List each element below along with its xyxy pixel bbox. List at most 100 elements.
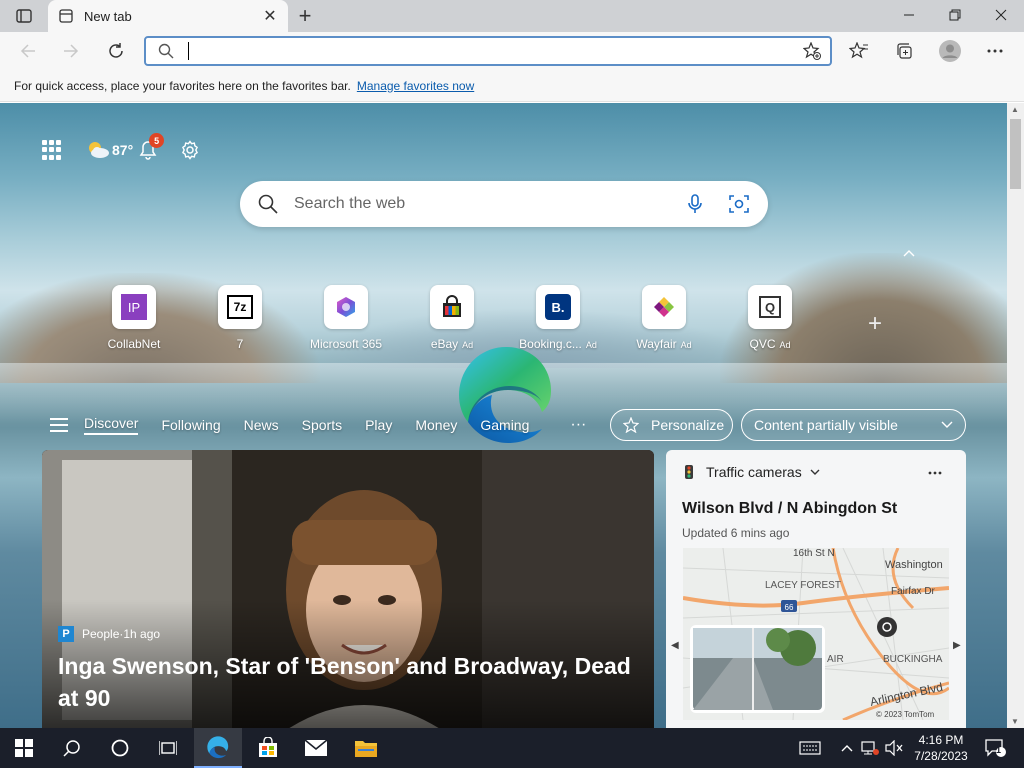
weather-icon [89,142,109,158]
cortana-button[interactable] [96,728,144,768]
web-search-box[interactable]: Search the web [240,181,768,227]
ad-badge: Ad [779,340,791,350]
minimize-button[interactable] [886,0,932,30]
scrollbar-thumb[interactable] [1010,119,1021,189]
address-input[interactable] [201,43,802,59]
traffic-more-button[interactable] [928,462,942,480]
quick-link-label: 7 [237,337,244,351]
quick-link-collabnet[interactable]: IP CollabNet [100,285,168,351]
search-placeholder: Search the web [294,195,406,212]
7zip-icon: 7z [227,295,253,319]
favorites-button[interactable] [846,38,872,64]
page-scrollbar[interactable]: ▲ ▼ [1007,103,1024,728]
traffic-cameras-card: Traffic cameras Wilson Blvd / N Abingdon… [666,450,966,728]
map-label-air: AIR [827,654,844,665]
taskbar-mail[interactable] [292,728,340,768]
refresh-icon [109,43,123,58]
taskbar-edge[interactable] [194,728,242,768]
feed-tab-news[interactable]: News [244,417,279,433]
tray-keyboard[interactable] [796,728,824,768]
hero-time: 1h ago [123,627,161,641]
favorites-icon [849,42,868,59]
quick-link-microsoft-365[interactable]: Microsoft 365 [310,285,382,351]
scroll-down-icon[interactable]: ▼ [1011,717,1019,726]
traffic-header-label: Traffic cameras [706,464,802,480]
quick-link-label-text: CollabNet [107,337,161,351]
wayfair-tile-box [642,285,686,329]
taskbar-clock[interactable]: 4:16 PM 7/28/2023 [906,732,976,764]
taskbar-store[interactable] [244,728,292,768]
manage-favorites-link[interactable]: Manage favorites now [357,79,474,93]
taskbar-file-explorer[interactable] [342,728,390,768]
app-launcher-icon[interactable] [42,140,62,160]
map-label-washington: Washington [885,559,943,571]
personalize-button[interactable]: Personalize [610,409,733,441]
quick-link-qvc[interactable]: Q QVC Ad [736,285,804,351]
feed-tab-sports[interactable]: Sports [302,417,342,433]
hero-news-card[interactable]: P People · 1h ago Inga Swenson, Star of … [42,450,654,728]
traffic-location[interactable]: Wilson Blvd / N Abingdon St [682,500,897,518]
quick-link-7[interactable]: 7z 7 [206,285,274,351]
search-icon [158,43,174,59]
feed-tab-money[interactable]: Money [415,417,457,433]
feed-tab-discover[interactable]: Discover [84,415,139,435]
tab-new-tab[interactable]: New tab ✕ [48,0,288,32]
qvc-tile-box: Q [748,285,792,329]
settings-and-more-button[interactable] [982,38,1008,64]
cortana-circle-icon [111,739,129,757]
camera-search-icon [729,195,749,213]
refresh-button[interactable] [102,37,130,65]
booking-tile-box: B. [536,285,580,329]
forward-button[interactable] [57,37,85,65]
scroll-up-icon[interactable]: ▲ [1011,105,1019,114]
map-copyright: © 2023 TomTom [876,710,935,719]
collabnet-tile-box: IP [112,285,156,329]
tray-volume[interactable] [884,728,904,768]
feed-tab-gaming[interactable]: Gaming [480,417,529,433]
feed-more-button[interactable]: ··· [570,416,586,434]
taskbar-search-button[interactable] [48,728,96,768]
start-button[interactable] [0,728,48,768]
page-settings-button[interactable] [179,139,201,161]
hero-headline[interactable]: Inga Swenson, Star of 'Benson' and Broad… [58,650,638,714]
close-window-button[interactable] [978,0,1024,30]
feed-tab-play[interactable]: Play [365,417,392,433]
7zip-tile-box: 7z [218,285,262,329]
task-view-button[interactable] [144,728,192,768]
notifications-button[interactable]: 5 [137,133,165,161]
personalize-icon [623,417,639,433]
action-center-button[interactable]: 1 [980,728,1010,768]
mail-icon [304,739,328,756]
quick-link-label-text: 7 [236,337,244,351]
map-label-16th: 16th St N [793,548,835,559]
map-label-buckingham: BUCKINGHA [883,654,943,665]
new-tab-button[interactable]: + [292,3,318,28]
m365-tile-box [324,285,368,329]
voice-search-button[interactable] [684,193,706,215]
map-prev-icon[interactable]: ◀ [671,640,679,651]
restore-button[interactable] [932,0,978,30]
collections-button[interactable] [891,38,917,64]
profile-button[interactable] [937,38,963,64]
add-quick-link-button[interactable]: + [864,310,886,337]
add-favorite-button[interactable] [802,41,822,61]
map-next-icon[interactable]: ▶ [953,640,961,651]
visual-search-button[interactable] [728,193,750,215]
weather-widget[interactable]: 87° [86,140,133,160]
collapse-chevron-icon[interactable] [902,247,916,261]
new-tab-page: 87° 5 Search the web IP CollabNet 7z 7 M… [0,103,1007,728]
address-bar[interactable] [144,36,832,66]
traffic-map[interactable]: 66 16th St N LACEY FOREST Washington Fai… [683,548,949,720]
back-button[interactable] [14,37,42,65]
gear-icon [182,140,199,160]
tab-close-icon[interactable]: ✕ [262,8,278,25]
feed-tab-following[interactable]: Following [161,417,220,433]
hamburger-menu-icon[interactable] [50,418,68,432]
content-visibility-dropdown[interactable]: Content partially visible [741,409,966,441]
tab-actions-button[interactable] [10,6,38,26]
traffic-header[interactable]: Traffic cameras [682,464,820,480]
windows-logo-icon [15,739,33,757]
tray-network[interactable] [860,728,880,768]
tray-show-hidden[interactable] [838,728,856,768]
quick-link-wayfair[interactable]: Wayfair Ad [630,285,698,351]
